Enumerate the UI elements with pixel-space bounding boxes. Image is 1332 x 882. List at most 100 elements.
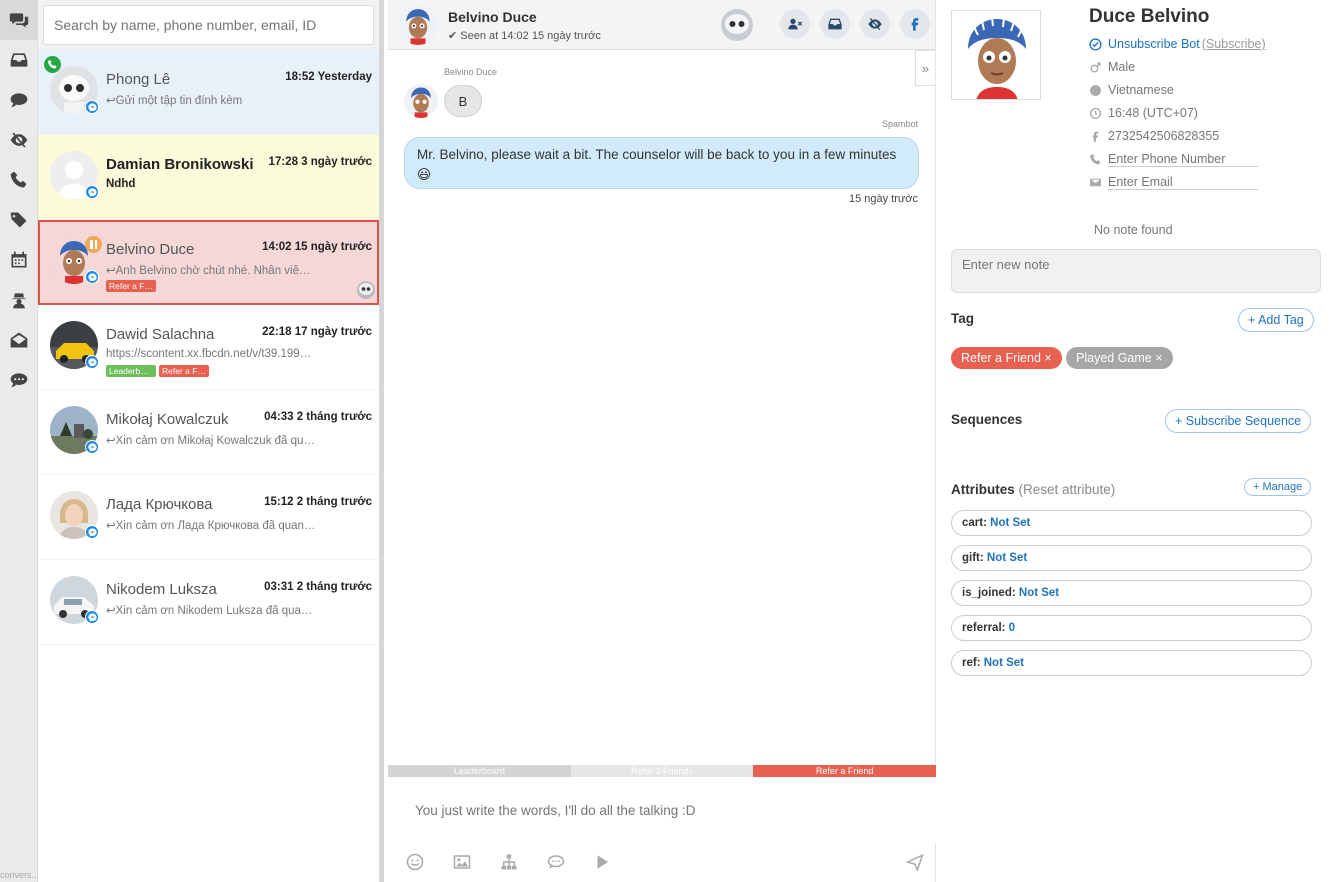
eye-slash-icon [868, 17, 882, 31]
move-to-inbox-button[interactable] [820, 9, 850, 39]
phone-row [1089, 152, 1258, 167]
emoji-icon[interactable] [406, 853, 424, 871]
attribute-gift[interactable]: gift: Not Set [951, 545, 1312, 571]
phone-input[interactable] [1108, 152, 1258, 167]
conversation-item-belvino-duce[interactable]: Belvino Duce 14:02 15 ngày trước ↩Anh Be… [38, 220, 379, 305]
conversations-icon[interactable] [0, 0, 38, 40]
search-input[interactable] [43, 5, 374, 45]
subscribe-link[interactable]: (Subscribe) [1202, 37, 1266, 51]
conversation-snippet: ↩Xin cảm ơn Nikodem Luksza đã quan tâm [106, 605, 316, 617]
sitemap-icon[interactable] [500, 853, 518, 871]
incoming-avatar [404, 84, 438, 118]
conversation-snippet: ↩Xin cảm ơn Mikołaj Kowalczuk đã quan tâ… [106, 435, 316, 447]
seen-status: ✔ Seen at 14:02 15 ngày trước [448, 30, 601, 42]
outgoing-message: Mr. Belvino, please wait a bit. The coun… [404, 137, 919, 189]
attribute-ref[interactable]: ref: Not Set [951, 650, 1312, 676]
flow-refer-a-friend[interactable]: Refer a Friend [753, 765, 937, 777]
timezone-value: 16:48 (UTC+07) [1108, 106, 1198, 120]
chat-header: Belvino Duce ✔ Seen at 14:02 15 ngày trư… [388, 0, 935, 50]
chat-panel: Belvino Duce ✔ Seen at 14:02 15 ngày trư… [388, 0, 937, 882]
attribute-value: Not Set [986, 552, 1028, 564]
no-note-label: No note found [1094, 223, 1173, 237]
flow-refer-3-friends[interactable]: Refer 3 Friends [570, 765, 754, 777]
reset-attribute-link[interactable]: (Reset attribute) [1019, 482, 1116, 497]
tag-leaderboard: Leaderboard [106, 365, 156, 377]
attribute-referral[interactable]: referral: 0 [951, 615, 1312, 641]
commenting-icon[interactable] [0, 360, 38, 400]
bot-avatar[interactable] [721, 9, 753, 41]
left-nav-rail: convers... [0, 0, 38, 882]
comment-icon[interactable] [0, 80, 38, 120]
collapse-panel-button[interactable]: » [915, 50, 935, 86]
conversation-item-damian-bronikowski[interactable]: Damian Bronikowski 17:28 3 ngày trước Nd… [38, 135, 379, 220]
add-tag-button[interactable]: + Add Tag [1238, 308, 1314, 332]
conversation-snippet: https://scontent.xx.fbcdn.net/v/t39.1997… [106, 348, 316, 360]
conversation-item-dawid-salachna[interactable]: Dawid Salachna 22:18 17 ngày trước https… [38, 305, 379, 390]
send-icon[interactable] [905, 853, 924, 873]
phone-icon[interactable] [0, 160, 38, 200]
subscription-row: Unsubscribe Bot (Subscribe) [1089, 37, 1266, 51]
eye-slash-icon[interactable] [0, 120, 38, 160]
attribute-value: Not Set [1018, 587, 1060, 599]
mars-icon [1089, 61, 1102, 74]
conversation-item-nikodem-luksza[interactable]: Nikodem Luksza 03:31 2 tháng trước ↩Xin … [38, 560, 379, 645]
attribute-key: ref: [962, 657, 981, 669]
check-circle-icon [1089, 37, 1102, 51]
tag-section-title: Tag [951, 311, 974, 326]
conversation-name: Damian Bronikowski [106, 156, 254, 173]
profile-picture [951, 10, 1041, 100]
attribute-value: Not Set [983, 657, 1024, 669]
envelope-open-icon[interactable] [0, 320, 38, 360]
language-row: Vietnamese [1089, 83, 1174, 97]
tag-refer-a-friend: Refer a Friend [106, 280, 156, 292]
conversation-name: Phong Lê [106, 71, 171, 88]
subscribe-sequence-button[interactable]: + Subscribe Sequence [1165, 409, 1312, 433]
sequences-section-title: Sequences [951, 412, 1023, 427]
new-note-input[interactable] [951, 249, 1321, 293]
phone-call-icon [44, 56, 61, 73]
messenger-icon [85, 525, 99, 539]
conversation-list: Phong Lê 18:52 Yesterday ↩Gửi một tập ti… [38, 0, 384, 882]
message-input[interactable] [388, 777, 936, 843]
conversation-tags: Refer a Friend [106, 280, 156, 292]
bot-avatar [357, 281, 375, 299]
remove-user-button[interactable] [780, 9, 810, 39]
globe-icon [1089, 84, 1102, 97]
attribute-cart[interactable]: cart: Not Set [951, 510, 1312, 536]
inbox-icon[interactable] [0, 40, 38, 80]
conversation-item-mikolaj-kowalczuk[interactable]: Mikołaj Kowalczuk 04:33 2 tháng trước ↩X… [38, 390, 379, 475]
hide-conversation-button[interactable] [860, 9, 890, 39]
play-icon[interactable] [593, 853, 611, 871]
conversation-tags: Leaderboard Refer a Friend [106, 365, 209, 377]
conversation-name: Mikołaj Kowalczuk [106, 411, 229, 428]
conversation-snippet: Ndhd [106, 178, 136, 190]
manage-attributes-button[interactable]: + Manage [1244, 478, 1312, 496]
incoming-message: B [444, 85, 482, 117]
calendar-icon[interactable] [0, 240, 38, 280]
messenger-icon [85, 270, 99, 284]
profile-tag-played-game[interactable]: Played Game × [1066, 347, 1173, 369]
attribute-is-joined[interactable]: is_joined: Not Set [951, 580, 1312, 606]
facebook-button[interactable] [900, 9, 930, 39]
search-bar [38, 0, 379, 50]
profile-tag-refer-a-friend[interactable]: Refer a Friend × [951, 347, 1062, 369]
attribute-value: 0 [1008, 622, 1016, 634]
image-icon[interactable] [453, 853, 471, 871]
conversation-item-phong-le[interactable]: Phong Lê 18:52 Yesterday ↩Gửi một tập ti… [38, 50, 379, 135]
rail-footer-label: convers... [0, 870, 38, 880]
comment-dots-icon[interactable] [547, 853, 565, 871]
conversation-time: 15:12 2 tháng trước [264, 496, 372, 508]
conversation-name: Dawid Salachna [106, 326, 215, 343]
conversation-name: Belvino Duce [106, 241, 195, 258]
contact-avatar [398, 5, 438, 45]
message-timestamp: 15 ngày trước [849, 193, 918, 205]
flow-leaderboard[interactable]: Leaderboard [388, 765, 571, 777]
email-input[interactable] [1108, 175, 1258, 190]
tags-icon[interactable] [0, 200, 38, 240]
flow-progress-bar: Leaderboard Refer 3 Friends Refer a Frie… [388, 765, 937, 777]
unsubscribe-bot-link[interactable]: Unsubscribe Bot [1108, 37, 1200, 51]
conversation-time: 17:28 3 ngày trước [268, 156, 372, 168]
email-row [1089, 175, 1258, 190]
conversation-item-lada-kryuchkova[interactable]: Лада Крючкова 15:12 2 tháng trước ↩Xin c… [38, 475, 379, 560]
user-secret-icon[interactable] [0, 280, 38, 320]
